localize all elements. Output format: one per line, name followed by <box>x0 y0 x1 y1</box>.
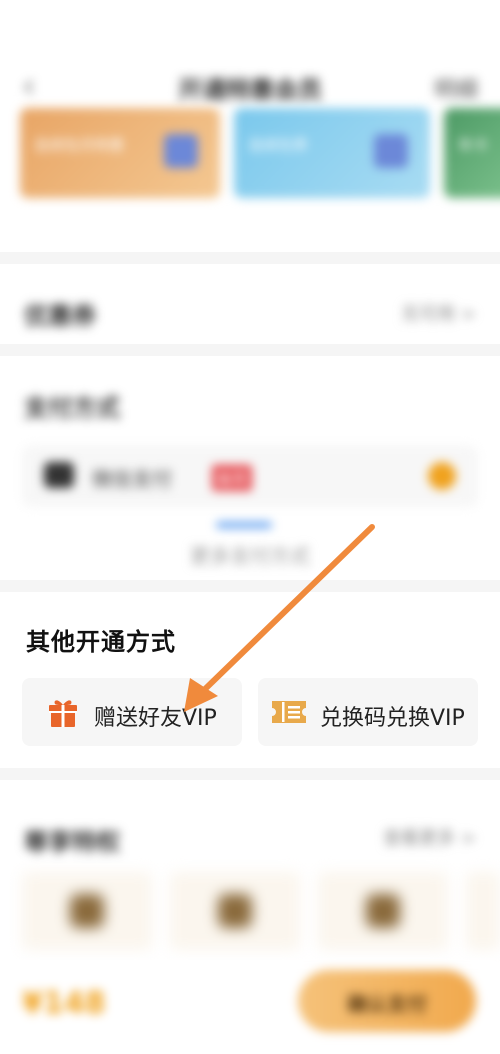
coupon-selector[interactable]: 无可用 > <box>401 300 476 326</box>
gift-vip-label: 赠送好友VIP <box>94 706 217 731</box>
payment-option-wechat[interactable]: 微信支付 推荐 <box>22 445 478 507</box>
privilege-icon <box>70 894 104 928</box>
privileges-more-link[interactable]: 查看更多 > <box>383 824 476 850</box>
privilege-tile[interactable] <box>318 872 448 950</box>
pay-button[interactable]: 确认支付 <box>298 970 476 1032</box>
more-payment-link[interactable]: 更多支付方式 <box>0 540 500 569</box>
wechat-icon <box>44 462 74 488</box>
more-indicator <box>216 522 272 528</box>
privilege-tile[interactable] <box>466 872 500 950</box>
redeem-code-button[interactable]: 兑换码兑换VIP <box>258 678 478 746</box>
plan-carousel[interactable]: 连续包月特惠 连续包季 年卡 <box>0 108 500 238</box>
bottom-bar: ¥148 确认支付 <box>0 960 500 1054</box>
coupon-label: 优惠券 <box>24 302 96 330</box>
section-divider <box>0 768 500 780</box>
plan-badge-icon <box>374 134 408 168</box>
section-divider <box>0 252 500 264</box>
redeem-code-label: 兑换码兑换VIP <box>320 706 465 731</box>
plan-card-3[interactable]: 年卡 <box>444 108 500 198</box>
gift-icon <box>46 695 80 733</box>
other-methods-title: 其他开通方式 <box>26 628 176 656</box>
privilege-tile[interactable] <box>170 872 300 950</box>
plan-card-1[interactable]: 连续包月特惠 <box>20 108 220 198</box>
payment-label: 支付方式 <box>24 394 120 422</box>
section-divider <box>0 344 500 356</box>
privilege-icon <box>218 894 252 928</box>
recommend-badge: 推荐 <box>212 465 253 491</box>
gift-vip-button[interactable]: 赠送好友VIP <box>22 678 242 746</box>
privilege-icon <box>366 894 400 928</box>
plan-badge-icon <box>164 134 198 168</box>
price-total: ¥148 <box>22 986 106 1021</box>
privileges-label: 尊享特权 <box>24 828 120 856</box>
ticket-icon <box>270 697 308 731</box>
page-title: 开通特惠会员 <box>178 76 322 104</box>
check-icon[interactable] <box>428 462 456 490</box>
plan-card-2[interactable]: 连续包季 <box>234 108 430 198</box>
section-divider <box>0 580 500 592</box>
top-bar: ‹ 开通特惠会员 明细 <box>0 0 500 106</box>
privilege-tile[interactable] <box>22 872 152 950</box>
payment-method-name: 微信支付 <box>92 467 172 491</box>
details-link[interactable]: 明细 <box>434 72 478 104</box>
